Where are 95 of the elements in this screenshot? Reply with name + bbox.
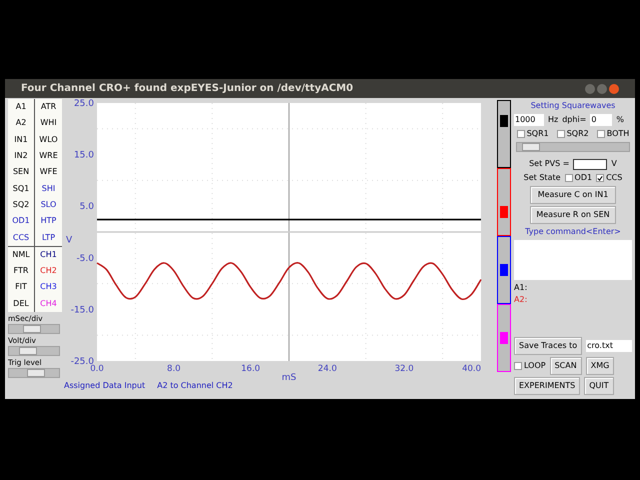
checkbox-label: LOOP bbox=[524, 360, 546, 372]
slider-thumb[interactable] bbox=[26, 368, 45, 377]
mode-button[interactable]: CH3 bbox=[35, 279, 62, 296]
readout-text: A2: bbox=[514, 294, 528, 306]
panel-button[interactable]: Measure R on SEN bbox=[530, 206, 616, 224]
dphi-field[interactable]: 0 bbox=[590, 114, 612, 126]
mode-button[interactable]: HTP bbox=[35, 213, 62, 230]
window-title: Four Channel CRO+ found expEYES-Junior on /dev/ttyACM0 bbox=[21, 82, 354, 96]
panel-button[interactable]: QUIT bbox=[584, 377, 614, 395]
section-title: Setting Squarewaves bbox=[530, 100, 616, 112]
mode-button[interactable]: SEN bbox=[8, 164, 35, 180]
mode-button[interactable]: WFE bbox=[35, 164, 62, 180]
command-field[interactable] bbox=[514, 240, 632, 280]
slider-thumb[interactable] bbox=[500, 332, 508, 344]
mode-button[interactable]: WLO bbox=[35, 132, 62, 148]
slider-thumb[interactable] bbox=[522, 143, 540, 151]
command-label: Type command<Enter> bbox=[525, 226, 621, 238]
mode-button[interactable]: NML bbox=[8, 246, 35, 263]
mode-button[interactable]: SLO bbox=[35, 196, 62, 214]
slider-thumb[interactable] bbox=[500, 264, 508, 276]
close-icon[interactable] bbox=[609, 84, 619, 94]
checkbox[interactable] bbox=[564, 174, 573, 182]
panel-button[interactable]: XMG bbox=[586, 357, 614, 375]
slider[interactable] bbox=[8, 324, 60, 334]
checkbox[interactable] bbox=[596, 130, 605, 138]
mode-button[interactable]: ATR bbox=[35, 99, 62, 116]
mode-button[interactable]: OD1 bbox=[8, 213, 35, 230]
offset-slider[interactable] bbox=[497, 100, 511, 168]
checkbox[interactable] bbox=[514, 362, 522, 370]
panel-button[interactable]: Save Traces to bbox=[514, 337, 582, 355]
filename-field[interactable]: cro.txt bbox=[586, 340, 632, 352]
maximize-icon[interactable] bbox=[597, 84, 607, 94]
checkbox[interactable] bbox=[596, 174, 604, 182]
mode-button[interactable]: WRE bbox=[35, 148, 62, 164]
mode-button[interactable]: A2 bbox=[8, 115, 35, 132]
panel-button[interactable]: Measure C on IN1 bbox=[530, 186, 616, 204]
x-tick-label: 24.0 bbox=[318, 364, 337, 374]
mode-button[interactable]: FTR bbox=[8, 262, 35, 280]
mode-button[interactable]: CH1 bbox=[35, 246, 62, 263]
mode-button[interactable]: LTP bbox=[35, 229, 62, 246]
y-axis-label: V bbox=[66, 235, 72, 246]
slider-thumb[interactable] bbox=[500, 114, 508, 127]
mode-button[interactable]: WHI bbox=[35, 115, 62, 132]
mode-button[interactable]: IN2 bbox=[8, 148, 35, 164]
checkbox-label: SQR1 bbox=[526, 128, 549, 140]
dphi-label: dphi= bbox=[562, 114, 586, 126]
slider-thumb[interactable] bbox=[500, 206, 508, 218]
mode-button[interactable]: DEL bbox=[8, 296, 35, 312]
mode-button[interactable]: A1 bbox=[8, 99, 35, 116]
y-tick-label: 25.0 bbox=[74, 99, 94, 109]
panel-button[interactable]: EXPERIMENTS bbox=[514, 377, 580, 395]
offset-slider[interactable] bbox=[497, 236, 511, 304]
checkbox[interactable] bbox=[556, 130, 565, 138]
frequency-field[interactable]: 1000 bbox=[514, 114, 544, 126]
status-text: A2 to Channel CH2 bbox=[157, 380, 233, 392]
x-tick-label: 0.0 bbox=[90, 364, 104, 374]
check-icon bbox=[597, 174, 604, 182]
checkbox-label: OD1 bbox=[574, 172, 592, 184]
y-tick-label: -15.0 bbox=[70, 305, 94, 316]
mode-button[interactable]: SQ1 bbox=[8, 180, 35, 197]
slider[interactable] bbox=[8, 346, 60, 356]
checkbox-label: SQR2 bbox=[566, 128, 589, 140]
x-tick-label: 8.0 bbox=[167, 364, 181, 374]
unit-label: Hz bbox=[548, 114, 558, 126]
panel-button[interactable]: SCAN bbox=[550, 357, 582, 375]
x-axis-label: mS bbox=[282, 373, 296, 380]
mode-button[interactable]: SHI bbox=[35, 180, 62, 197]
checkbox-label: BOTH bbox=[606, 128, 630, 140]
x-tick-label: 32.0 bbox=[394, 364, 414, 374]
offset-slider[interactable] bbox=[497, 168, 511, 236]
y-tick-label: -5.0 bbox=[76, 254, 94, 264]
mode-button[interactable]: FIT bbox=[8, 279, 35, 296]
status-text: Assigned Data Input bbox=[64, 380, 146, 392]
percent-label: % bbox=[616, 114, 624, 126]
state-label: Set State bbox=[524, 172, 561, 184]
checkbox-label: CCS bbox=[606, 172, 622, 184]
x-tick-label: 16.0 bbox=[241, 364, 260, 374]
offset-slider[interactable] bbox=[497, 304, 511, 372]
checkbox[interactable] bbox=[516, 130, 525, 138]
x-tick-label: 40.0 bbox=[462, 364, 481, 374]
slider[interactable] bbox=[8, 368, 60, 378]
y-tick-label: 15.0 bbox=[74, 150, 94, 161]
slider-thumb[interactable] bbox=[18, 346, 37, 355]
y-tick-label: 5.0 bbox=[80, 202, 94, 212]
slider-thumb[interactable] bbox=[23, 324, 42, 333]
unit-label: V bbox=[611, 158, 617, 170]
mode-button[interactable]: CH4 bbox=[35, 296, 62, 312]
mode-button[interactable]: CH2 bbox=[35, 262, 62, 280]
pvs-label: Set PVS = bbox=[529, 158, 570, 170]
pvs-field[interactable] bbox=[573, 158, 608, 170]
minimize-icon[interactable] bbox=[585, 84, 595, 94]
mode-button[interactable]: SQ2 bbox=[8, 196, 35, 214]
mode-button[interactable]: IN1 bbox=[8, 132, 35, 148]
slider[interactable] bbox=[516, 142, 630, 152]
readout-text: A1: bbox=[514, 282, 528, 294]
